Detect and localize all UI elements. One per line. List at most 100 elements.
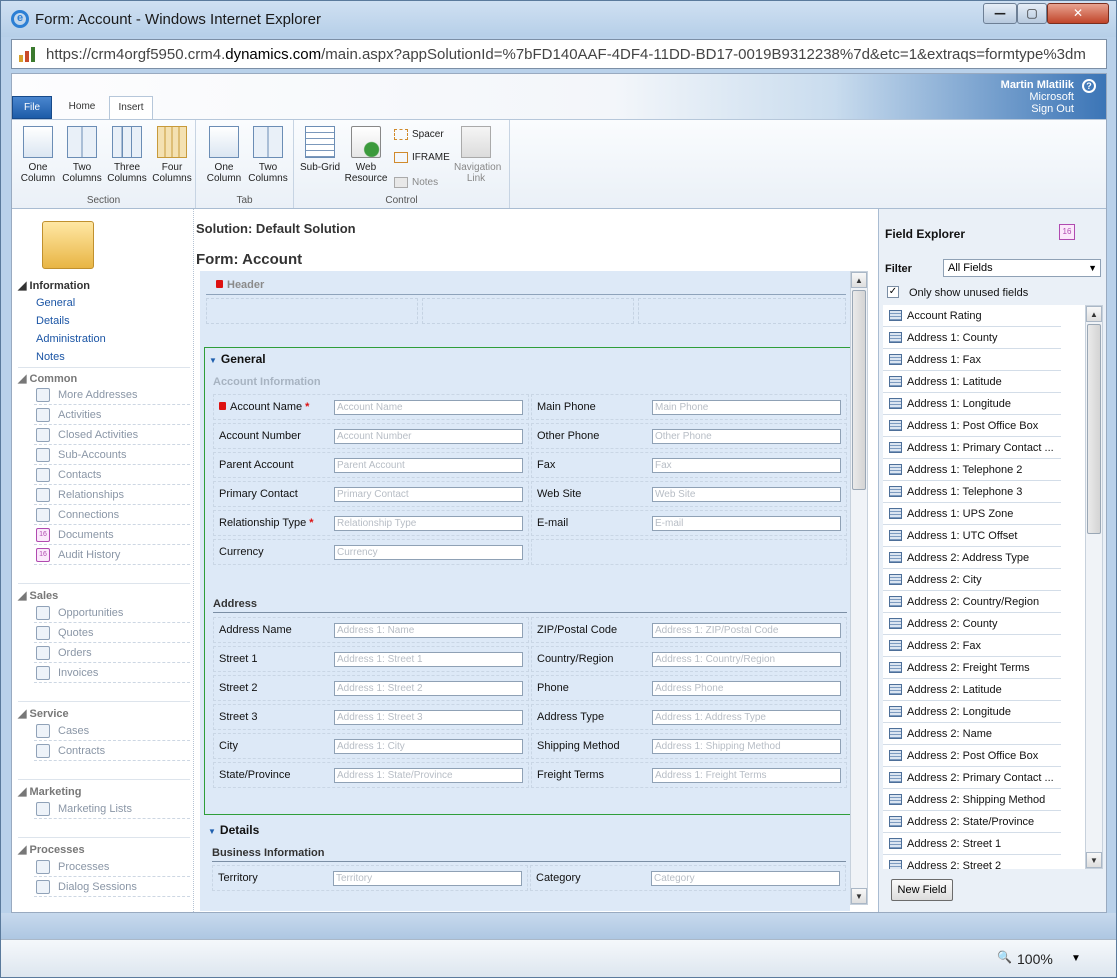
email-input[interactable]: E-mail: [652, 516, 841, 531]
field-list-item[interactable]: Address 1: Fax: [883, 349, 1061, 371]
section-three-columns-button[interactable]: Three Columns: [105, 126, 149, 186]
section-two-columns-button[interactable]: Two Columns: [60, 126, 104, 186]
nav-item-audit-history[interactable]: 16 Audit History: [34, 547, 190, 565]
field-list-item[interactable]: Address 2: Longitude: [883, 701, 1061, 723]
new-field-button[interactable]: New Field: [891, 879, 953, 901]
nav-link-notes[interactable]: Notes: [36, 351, 65, 363]
nav-link-administration[interactable]: Administration: [36, 333, 106, 345]
field-phone[interactable]: Phone Address Phone: [531, 675, 847, 701]
header-cell[interactable]: [422, 298, 634, 324]
field-list-item[interactable]: Address 2: Post Office Box: [883, 745, 1061, 767]
category-input[interactable]: Category: [651, 871, 840, 886]
scroll-down-icon[interactable]: ▼: [1086, 852, 1102, 868]
general-tab-title[interactable]: ▼ General: [209, 352, 266, 366]
field-list-item[interactable]: Address 2: Freight Terms: [883, 657, 1061, 679]
minimize-button[interactable]: —: [983, 3, 1017, 24]
address-bar[interactable]: https://crm4orgf5950.crm4.dynamics.com/m…: [11, 39, 1107, 69]
nav-item-marketing-lists[interactable]: Marketing Lists: [34, 801, 190, 819]
field-list-item[interactable]: Address 2: Street 2: [883, 855, 1061, 869]
section-four-columns-button[interactable]: Four Columns: [150, 126, 194, 186]
nav-item-relationships[interactable]: Relationships: [34, 487, 190, 505]
web-resource-button[interactable]: Web Resource: [344, 126, 388, 186]
primary-contact-input[interactable]: Primary Contact: [334, 487, 523, 502]
field-street-3[interactable]: Street 3 Address 1: Street 3: [213, 704, 529, 730]
nav-link-general[interactable]: General: [36, 297, 75, 309]
parent-account-input[interactable]: Parent Account: [334, 458, 523, 473]
field-category[interactable]: Category Category: [530, 865, 846, 891]
field-state-province[interactable]: State/Province Address 1: State/Province: [213, 762, 529, 788]
nav-item-connections[interactable]: Connections: [34, 507, 190, 525]
url-text[interactable]: https://crm4orgf5950.crm4.dynamics.com/m…: [46, 46, 1102, 63]
city-input[interactable]: Address 1: City: [334, 739, 523, 754]
field-web-site[interactable]: Web Site Web Site: [531, 481, 847, 507]
nav-item-contracts[interactable]: Contracts: [34, 743, 190, 761]
field-list-item[interactable]: Address 1: UTC Offset: [883, 525, 1061, 547]
field-list-item[interactable]: Address 2: State/Province: [883, 811, 1061, 833]
field-list-item[interactable]: Address 1: Post Office Box: [883, 415, 1061, 437]
field-list-item[interactable]: Account Rating: [883, 305, 1061, 327]
details-tab-title[interactable]: ▼ Details: [208, 823, 259, 837]
address-type-input[interactable]: Address 1: Address Type: [652, 710, 841, 725]
nav-item-processes[interactable]: Processes: [34, 859, 190, 877]
scroll-up-icon[interactable]: ▲: [851, 272, 867, 288]
field-list-item[interactable]: Address 2: Latitude: [883, 679, 1061, 701]
nav-item-cases[interactable]: Cases: [34, 723, 190, 741]
close-button[interactable]: ✕: [1047, 3, 1109, 24]
details-section[interactable]: ▼ Details Business Information Territory T…: [204, 819, 850, 909]
header-section[interactable]: Header: [204, 277, 846, 327]
form-scrollbar[interactable]: ▲ ▼: [850, 271, 868, 905]
account-number-input[interactable]: Account Number: [334, 429, 523, 444]
zoom-dropdown-icon[interactable]: ▼: [1071, 953, 1081, 964]
navigation-link-button[interactable]: Navigation Link: [454, 126, 501, 186]
help-icon[interactable]: ?: [1082, 79, 1096, 93]
address-name-input[interactable]: Address 1: Name: [334, 623, 523, 638]
nav-link-details[interactable]: Details: [36, 315, 70, 327]
phone-input[interactable]: Address Phone: [652, 681, 841, 696]
currency-input[interactable]: Currency: [334, 545, 523, 560]
scroll-thumb[interactable]: [1087, 324, 1101, 534]
nav-item-closed-activities[interactable]: Closed Activities: [34, 427, 190, 445]
empty-cell[interactable]: [531, 539, 847, 565]
field-list-scrollbar[interactable]: ▲ ▼: [1085, 305, 1103, 869]
scroll-thumb[interactable]: [852, 290, 866, 490]
filter-select[interactable]: All Fields ▼: [943, 259, 1101, 277]
tab-file[interactable]: File: [12, 96, 52, 119]
field-country[interactable]: Country/Region Address 1: Country/Region: [531, 646, 847, 672]
tab-insert[interactable]: Insert: [109, 96, 153, 119]
form-canvas[interactable]: Header ▼ General Account Information Acco…: [200, 271, 850, 911]
nav-item-quotes[interactable]: Quotes: [34, 625, 190, 643]
header-cell[interactable]: [206, 298, 418, 324]
nav-item-opportunities[interactable]: Opportunities: [34, 605, 190, 623]
nav-item-documents[interactable]: 16 Documents: [34, 527, 190, 545]
field-list-item[interactable]: Address 2: Fax: [883, 635, 1061, 657]
nav-item-more-addresses[interactable]: More Addresses: [34, 387, 190, 405]
field-list[interactable]: Account Rating Address 1: County Address 1…: [883, 305, 1085, 869]
header-cell[interactable]: [638, 298, 846, 324]
tab-two-columns-button[interactable]: Two Columns: [246, 126, 290, 186]
field-list-item[interactable]: Address 2: City: [883, 569, 1061, 591]
field-list-item[interactable]: Address 2: Street 1: [883, 833, 1061, 855]
field-list-item[interactable]: Address 2: Shipping Method: [883, 789, 1061, 811]
field-list-item[interactable]: Address 2: Name: [883, 723, 1061, 745]
tab-one-column-button[interactable]: One Column: [202, 126, 246, 186]
field-primary-contact[interactable]: Primary Contact Primary Contact: [213, 481, 529, 507]
field-list-item[interactable]: Address 2: Primary Contact ...: [883, 767, 1061, 789]
street-1-input[interactable]: Address 1: Street 1: [334, 652, 523, 667]
country-input[interactable]: Address 1: Country/Region: [652, 652, 841, 667]
shipping-method-input[interactable]: Address 1: Shipping Method: [652, 739, 841, 754]
field-account-name[interactable]: Account Name * Account Name: [213, 394, 529, 420]
general-section[interactable]: ▼ General Account Information Account Nam…: [204, 347, 850, 815]
section-one-column-button[interactable]: One Column: [16, 126, 60, 186]
field-list-item[interactable]: Address 2: Address Type: [883, 547, 1061, 569]
field-list-item[interactable]: Address 1: Telephone 3: [883, 481, 1061, 503]
nav-item-invoices[interactable]: Invoices: [34, 665, 190, 683]
street-2-input[interactable]: Address 1: Street 2: [334, 681, 523, 696]
street-3-input[interactable]: Address 1: Street 3: [334, 710, 523, 725]
spacer-button[interactable]: Spacer: [394, 129, 444, 140]
zoom-level[interactable]: 100%: [1017, 951, 1053, 967]
field-parent-account[interactable]: Parent Account Parent Account: [213, 452, 529, 478]
field-main-phone[interactable]: Main Phone Main Phone: [531, 394, 847, 420]
other-phone-input[interactable]: Other Phone: [652, 429, 841, 444]
field-city[interactable]: City Address 1: City: [213, 733, 529, 759]
nav-item-dialog-sessions[interactable]: Dialog Sessions: [34, 879, 190, 897]
